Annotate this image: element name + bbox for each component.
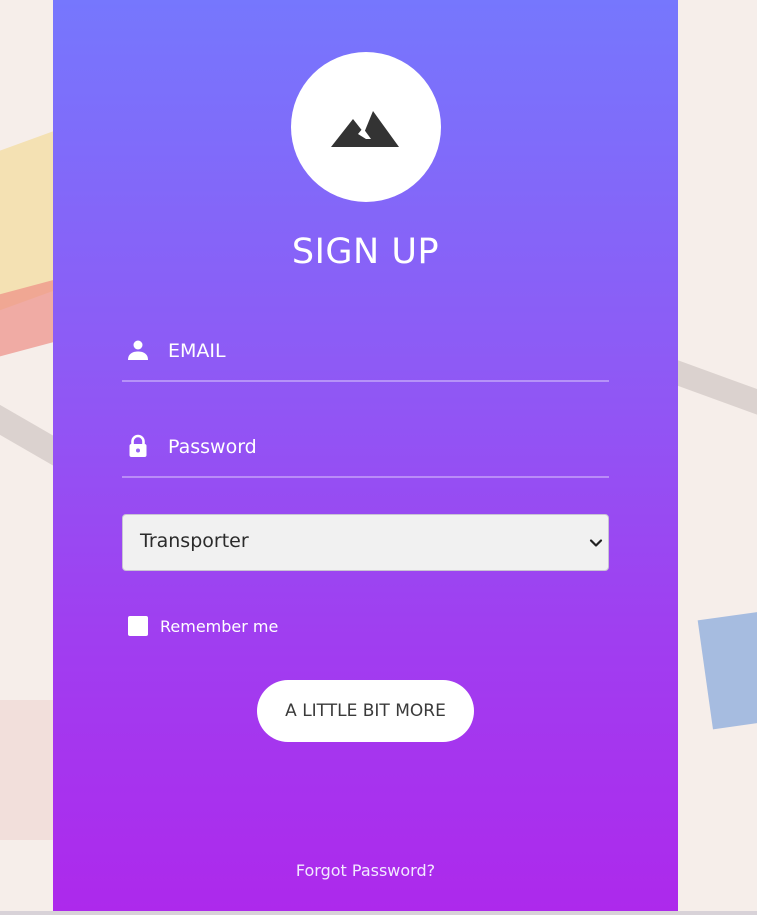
remember-me-label[interactable]: Remember me — [160, 617, 278, 636]
continue-button[interactable]: A LITTLE BIT MORE — [257, 680, 474, 742]
lock-icon — [129, 434, 147, 457]
background-shape — [0, 911, 757, 915]
remember-me-checkbox[interactable] — [128, 616, 148, 636]
logo-badge — [291, 52, 441, 202]
role-select[interactable]: Transporter — [122, 514, 609, 571]
user-icon — [128, 340, 148, 360]
email-field-group — [122, 334, 609, 382]
background-shape — [697, 610, 757, 730]
remember-me-row: Remember me — [128, 616, 278, 636]
signup-panel: SIGN UP Transporter Remember me A LITTLE… — [53, 0, 678, 911]
chevron-down-icon — [589, 539, 603, 547]
page-title: SIGN UP — [291, 232, 440, 272]
password-input[interactable] — [168, 430, 598, 464]
background-shape — [0, 700, 60, 840]
mountain-icon — [331, 111, 399, 147]
forgot-password-link[interactable]: Forgot Password? — [53, 861, 678, 880]
role-select-value: Transporter — [140, 530, 249, 552]
password-field-group — [122, 430, 609, 478]
email-input[interactable] — [168, 334, 598, 368]
